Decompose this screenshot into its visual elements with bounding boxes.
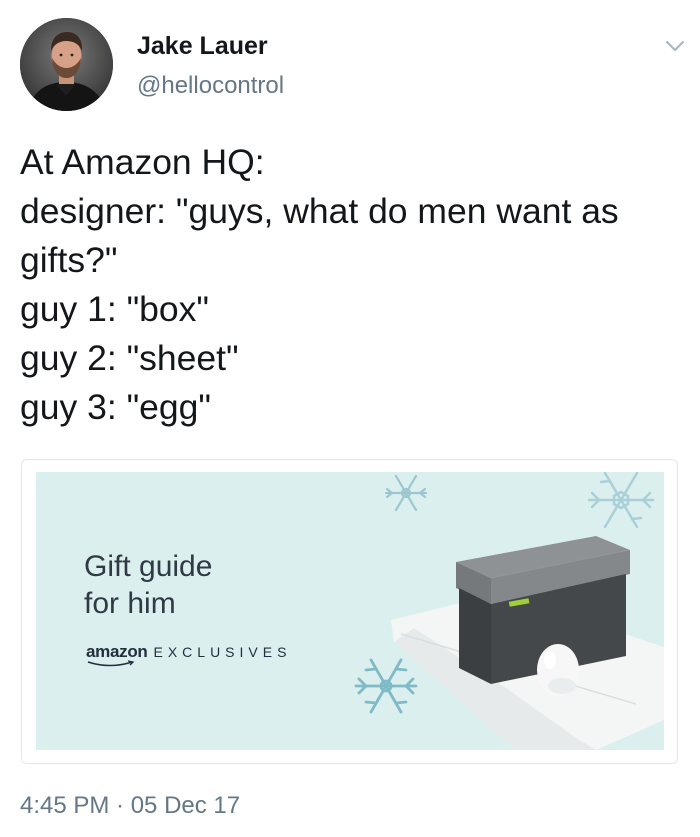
banner-headline: Gift guide for him xyxy=(84,548,212,622)
tweet-text: At Amazon HQ: designer: "guys, what do m… xyxy=(20,138,690,432)
display-name[interactable]: Jake Lauer xyxy=(137,30,284,62)
banner-headline-line: Gift guide xyxy=(84,550,213,583)
amazon-smile-icon xyxy=(87,660,135,667)
snowflake-icon xyxy=(587,472,655,529)
author-block[interactable]: Jake Lauer @hellocontrol xyxy=(137,30,284,102)
tweet-line: designer: "guys, what do men want as xyxy=(20,191,619,231)
tweet-timestamp[interactable]: 4:45 PM · 05 Dec 17 xyxy=(20,791,240,821)
snowflake-icon xyxy=(384,474,428,512)
tweet-line: guy 1: "box" xyxy=(20,289,210,329)
tweet-line: At Amazon HQ: xyxy=(20,142,265,182)
tweet: Jake Lauer @hellocontrol At Amazon HQ: d… xyxy=(0,0,700,837)
brand-suffix: EXCLUSIVES xyxy=(153,644,292,660)
chevron-down-icon[interactable] xyxy=(664,38,686,54)
tweet-line: guy 3: "egg" xyxy=(20,387,212,427)
snowflake-icon xyxy=(354,658,418,714)
user-handle[interactable]: @hellocontrol xyxy=(137,70,284,102)
egg-speaker xyxy=(537,644,579,696)
brand-name: amazon xyxy=(86,642,148,661)
media-card[interactable]: Gift guide for him amazon EXCLUSIVES xyxy=(21,459,678,764)
tweet-line: gifts?" xyxy=(20,240,118,280)
banner-headline-line: for him xyxy=(84,587,176,620)
gift-guide-banner[interactable]: Gift guide for him amazon EXCLUSIVES xyxy=(36,472,664,750)
avatar-photo xyxy=(20,18,113,111)
brand-logo: amazon EXCLUSIVES xyxy=(86,642,291,662)
avatar[interactable] xyxy=(20,18,113,111)
tweet-line: guy 2: "sheet" xyxy=(20,338,239,378)
